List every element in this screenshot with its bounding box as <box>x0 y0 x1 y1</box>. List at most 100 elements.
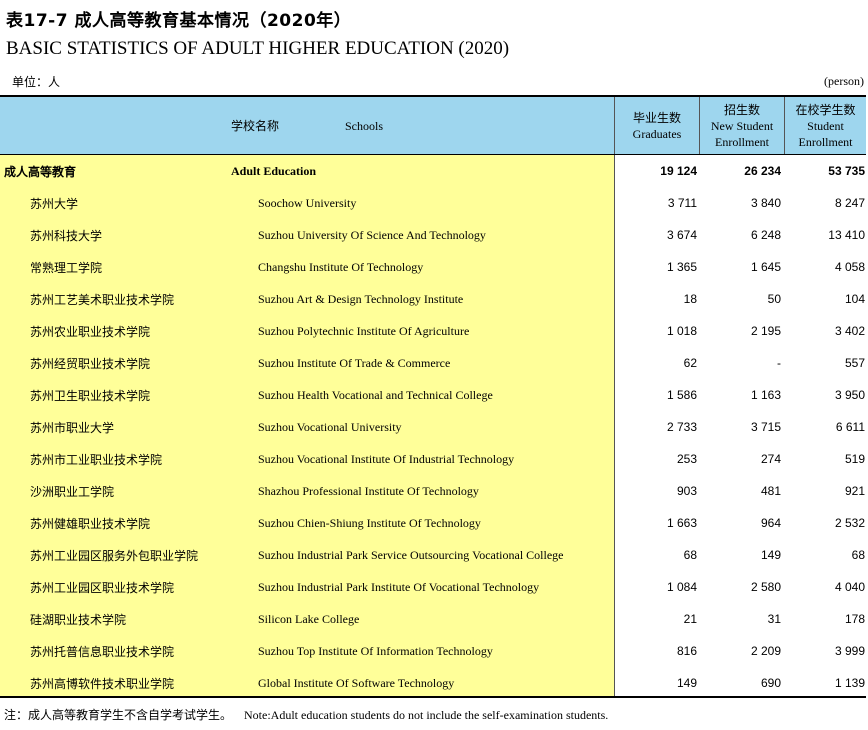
school-name-cn: 苏州工业园区服务外包职业学院 <box>30 549 199 563</box>
page-title-cn: 表17-7 成人高等教育基本情况（2020年） <box>6 11 352 31</box>
graduates-value: 1 663 <box>666 516 697 530</box>
school-name-en: Shazhou Professional Institute Of Techno… <box>258 484 479 498</box>
graduates-value: 149 <box>676 676 697 690</box>
table-row: 苏州科技大学 Suzhou University Of Science And T… <box>0 219 866 251</box>
footnote: 注：成人高等教育学生不含自学考试学生。 Note:Adult education … <box>4 706 608 723</box>
student-enrollment-value: 13 410 <box>828 228 865 242</box>
new-enrollment-value: 481 <box>760 484 781 498</box>
school-name-cn: 苏州工业园区职业技术学院 <box>30 581 175 595</box>
school-name-cn: 苏州农业职业技术学院 <box>30 325 151 339</box>
table-row: 苏州市职业大学 Suzhou Vocational University 2 733… <box>0 411 866 443</box>
new-enrollment-value: 26 234 <box>744 164 781 178</box>
new-enrollment-value: - <box>777 356 781 370</box>
new-enrollment-value: 274 <box>760 452 781 466</box>
table-row: 苏州工艺美术职业技术学院 Suzhou Art & Design Technolo… <box>0 283 866 315</box>
new-enrollment-value: 50 <box>767 292 781 306</box>
school-name-cn: 苏州科技大学 <box>30 229 103 243</box>
graduates-value: 1 586 <box>666 388 697 402</box>
header-new-en-1: New Student <box>710 118 774 133</box>
table-row: 沙洲职业工学院 Shazhou Professional Institute Of… <box>0 475 866 507</box>
new-enrollment-value: 690 <box>760 676 781 690</box>
school-name-cn: 苏州市工业职业技术学院 <box>30 453 163 467</box>
student-enrollment-value: 557 <box>844 356 865 370</box>
student-enrollment-value: 519 <box>844 452 865 466</box>
graduates-value: 903 <box>676 484 697 498</box>
graduates-value: 18 <box>683 292 697 306</box>
student-enrollment-value: 3 950 <box>834 388 865 402</box>
student-enrollment-value: 8 247 <box>834 196 865 210</box>
school-name-en: Suzhou Chien-Shiung Institute Of Technol… <box>258 516 481 530</box>
table-row: 常熟理工学院 Changshu Institute Of Technology 1 … <box>0 251 866 283</box>
school-name-cn: 苏州经贸职业技术学院 <box>30 357 151 371</box>
school-name-en: Suzhou Top Institute Of Information Tech… <box>258 644 493 658</box>
table-header: 学校名称 Schools 毕业生数 Graduates 招生数 New Stud… <box>0 97 866 154</box>
school-name-en: Suzhou Health Vocational and Technical C… <box>258 388 493 402</box>
school-name-en: Suzhou Art & Design Technology Institute <box>258 292 464 306</box>
table-row: 苏州卫生职业技术学院 Suzhou Health Vocational and T… <box>0 379 866 411</box>
school-name-cn: 成人高等教育 <box>4 165 77 179</box>
school-name-cn: 硅湖职业技术学院 <box>30 613 127 627</box>
student-enrollment-value: 4 040 <box>834 580 865 594</box>
graduates-value: 62 <box>683 356 697 370</box>
new-enrollment-value: 2 580 <box>750 580 781 594</box>
student-enrollment-value: 53 735 <box>828 164 865 178</box>
school-name-en: Suzhou Vocational University <box>258 420 402 434</box>
graduates-value: 68 <box>683 548 697 562</box>
school-name-en: Suzhou Polytechnic Institute Of Agricult… <box>258 324 470 338</box>
new-enrollment-value: 964 <box>760 516 781 530</box>
school-name-en: Suzhou Institute Of Trade & Commerce <box>258 356 451 370</box>
student-enrollment-value: 4 058 <box>834 260 865 274</box>
header-graduates: 毕业生数 Graduates <box>615 97 699 154</box>
header-schools: 学校名称 Schools <box>0 97 614 154</box>
student-enrollment-value: 1 139 <box>834 676 865 690</box>
school-name-cn: 苏州大学 <box>30 197 79 211</box>
table-row: 苏州农业职业技术学院 Suzhou Polytechnic Institute O… <box>0 315 866 347</box>
school-name-cn: 常熟理工学院 <box>30 261 103 275</box>
header-enrolled-en-2: Enrollment <box>798 134 853 149</box>
table-row: 苏州大学 Soochow University 3 711 3 840 8 247 <box>0 187 866 219</box>
student-enrollment-value: 178 <box>844 612 865 626</box>
school-name-en: Global Institute Of Software Technology <box>258 676 455 690</box>
graduates-value: 1 365 <box>666 260 697 274</box>
school-name-en: Suzhou University Of Science And Technol… <box>258 228 486 242</box>
student-enrollment-value: 2 532 <box>834 516 865 530</box>
unit-label-cn: 单位：人 <box>12 75 61 89</box>
new-enrollment-value: 3 715 <box>750 420 781 434</box>
header-enrolled-cn: 在校学生数 <box>795 102 856 117</box>
school-name-en: Suzhou Industrial Park Service Outsourci… <box>258 548 564 562</box>
new-enrollment-value: 1 645 <box>750 260 781 274</box>
header-graduates-cn: 毕业生数 <box>632 110 681 125</box>
new-enrollment-value: 1 163 <box>750 388 781 402</box>
table-row: 苏州工业园区服务外包职业学院 Suzhou Industrial Park Ser… <box>0 539 866 571</box>
school-name-en: Adult Education <box>231 164 317 178</box>
school-name-cn: 苏州卫生职业技术学院 <box>30 389 151 403</box>
table-row: 苏州高博软件技术职业学院 Global Institute Of Software… <box>0 667 866 699</box>
graduates-value: 19 124 <box>660 164 697 178</box>
school-name-en: Suzhou Vocational Institute Of Industria… <box>258 452 515 466</box>
school-name-cn: 苏州健雄职业技术学院 <box>30 517 151 531</box>
school-name-cn: 苏州高博软件技术职业学院 <box>30 677 175 691</box>
header-graduates-en: Graduates <box>632 126 682 141</box>
table-bottom-rule <box>0 696 866 698</box>
header-enrolled-en-1: Student <box>807 118 844 133</box>
footnote-en: Note:Adult education students do not inc… <box>244 708 609 722</box>
table-row-total: 成人高等教育 Adult Education 19 124 26 234 53 735 <box>0 155 866 187</box>
page-title-en: BASIC STATISTICS OF ADULT HIGHER EDUCATI… <box>6 38 510 59</box>
student-enrollment-value: 921 <box>844 484 865 498</box>
table-row: 苏州经贸职业技术学院 Suzhou Institute Of Trade & Co… <box>0 347 866 379</box>
graduates-value: 253 <box>676 452 697 466</box>
student-enrollment-value: 3 402 <box>834 324 865 338</box>
school-name-cn: 苏州工艺美术职业技术学院 <box>30 293 175 307</box>
school-name-cn: 苏州托普信息职业技术学院 <box>30 645 175 659</box>
school-name-cn: 沙洲职业工学院 <box>30 485 115 499</box>
table-row: 苏州托普信息职业技术学院 Suzhou Top Institute Of Info… <box>0 635 866 667</box>
student-enrollment-value: 68 <box>851 548 865 562</box>
table-row: 硅湖职业技术学院 Silicon Lake College 21 31 178 <box>0 603 866 635</box>
header-student-enrollment: 在校学生数 Student Enrollment <box>785 97 866 154</box>
graduates-value: 1 084 <box>666 580 697 594</box>
table-row: 苏州健雄职业技术学院 Suzhou Chien-Shiung Institute … <box>0 507 866 539</box>
table-row: 苏州市工业职业技术学院 Suzhou Vocational Institute O… <box>0 443 866 475</box>
student-enrollment-value: 104 <box>844 292 865 306</box>
graduates-value: 21 <box>683 612 697 626</box>
header-schools-en: Schools <box>345 118 384 133</box>
